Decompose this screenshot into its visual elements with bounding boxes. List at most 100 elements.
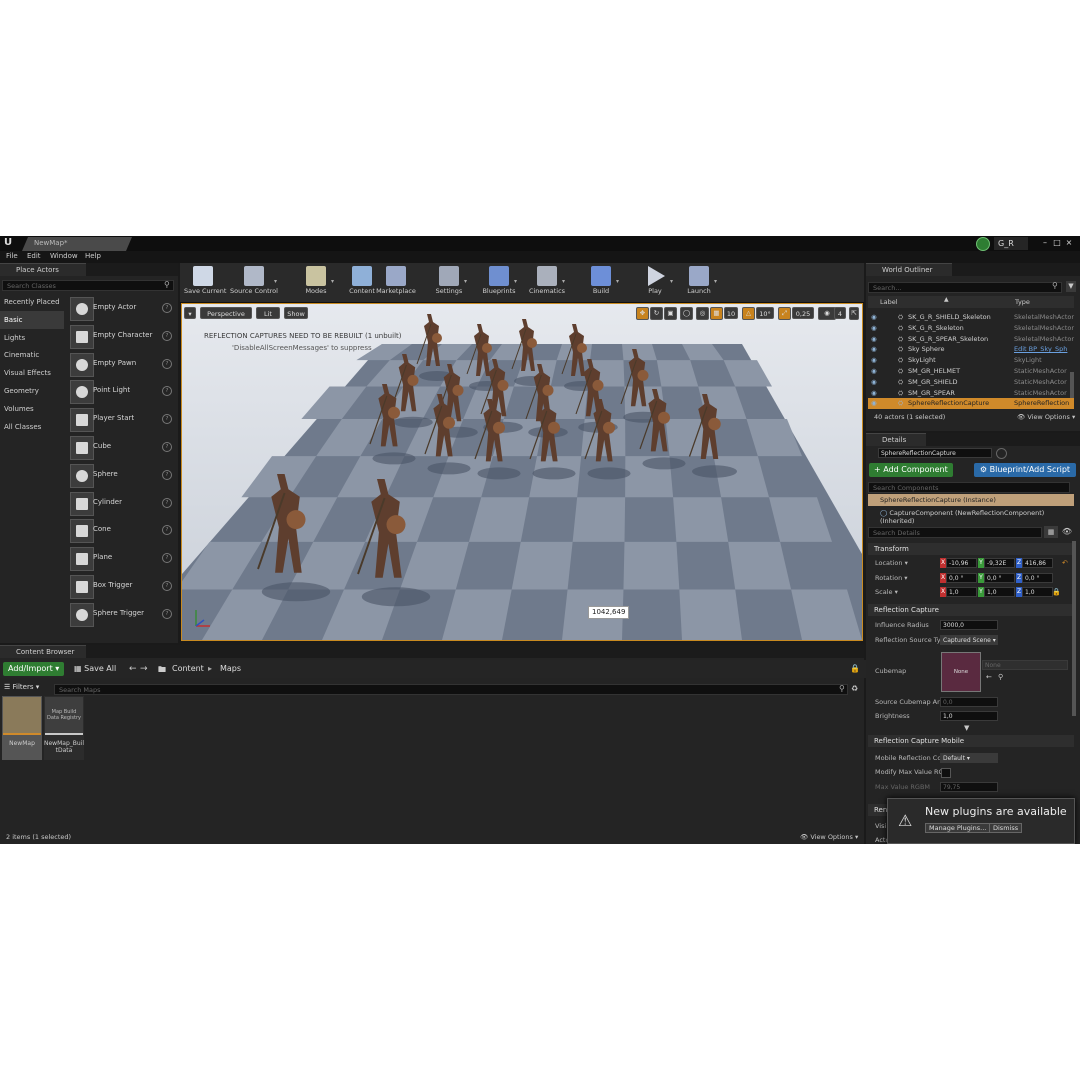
toolbar-dropdown-arrow-icon[interactable]: ▾ (714, 278, 717, 285)
outliner-row[interactable]: ◉ ⛭ SK_G_R_SHIELD_Skeleton SkeletalMeshActo… (868, 312, 1074, 323)
source-cubemap-angle-input[interactable]: 0,0 (940, 697, 998, 707)
browse-search-icon[interactable]: ⚲ (998, 673, 1003, 681)
rotation-z-input[interactable]: 0,0 ° (1022, 573, 1053, 583)
actor-item-cylinder[interactable]: Cylinder? (66, 490, 178, 517)
camera-speed-value[interactable]: 4 (834, 307, 846, 319)
component-child-row[interactable]: ◯ CaptureComponent (NewReflectionCompone… (880, 509, 1080, 525)
category-visual-effects[interactable]: Visual Effects (0, 364, 64, 382)
toolbar-dropdown-arrow-icon[interactable]: ▾ (616, 278, 619, 285)
outliner-row[interactable]: ◉ ⛭ Sky Sphere Edit BP_Sky_Sph (868, 344, 1074, 355)
scale-y-input[interactable]: 1,0 (984, 587, 1015, 597)
actor-item-plane[interactable]: Plane? (66, 545, 178, 572)
add-import-button[interactable]: Add/Import ▾ (3, 662, 65, 676)
property-matrix-icon[interactable]: ▦ (1044, 526, 1058, 538)
level-viewport[interactable]: ▾ Perspective Lit Show ✥ ↻ ▣ ◯ ◎ ▦ 10 △ … (181, 303, 863, 641)
rotation-snap-value[interactable]: 10° (756, 307, 774, 319)
details-scrollbar[interactable] (1072, 541, 1076, 716)
actor-item-cube[interactable]: Cube? (66, 434, 178, 461)
component-root-row[interactable]: SphereReflectionCapture (Instance) (868, 494, 1074, 506)
outliner-row[interactable]: ◉ ⛭ SphereReflectionCapture SphereReflectio… (868, 398, 1074, 410)
actor-item-cone[interactable]: Cone? (66, 517, 178, 544)
location-z-input[interactable]: 416,86 (1022, 558, 1053, 568)
maximize-icon[interactable]: □ (1052, 237, 1062, 248)
source-control-status-icon[interactable] (976, 237, 990, 251)
help-icon[interactable]: ? (162, 358, 172, 369)
influence-radius-input[interactable]: 3000,0 (940, 620, 998, 630)
help-icon[interactable]: ? (162, 608, 172, 619)
content-view-options[interactable]: 👁 View Options ▾ (800, 833, 858, 841)
toolbar-dropdown-arrow-icon[interactable]: ▾ (514, 278, 517, 285)
category-lights[interactable]: Lights (0, 329, 64, 347)
brightness-input[interactable]: 1,0 (940, 711, 998, 721)
transform-section[interactable]: Transform (868, 543, 1074, 555)
source-type-select[interactable]: Captured Scene ▾ (940, 635, 998, 645)
scale-snap-value[interactable]: 0,25 (792, 307, 814, 319)
components-search-input[interactable]: Search Components (868, 482, 1070, 493)
viewport-options-dropdown[interactable]: ▾ (184, 307, 196, 319)
visibility-eye-icon[interactable]: ◉ (871, 344, 879, 355)
visibility-eye-icon[interactable]: ◉ (871, 312, 879, 323)
minimize-icon[interactable]: – (1040, 237, 1050, 248)
scale-snap-icon[interactable]: ⤢ (778, 307, 791, 320)
toolbar-blueprints-button[interactable]: Blueprints (480, 263, 518, 302)
help-icon[interactable]: ? (162, 581, 172, 591)
scale-x-input[interactable]: 1,0 (946, 587, 977, 597)
search-maps-input[interactable]: Search Maps (54, 684, 848, 695)
menu-edit[interactable]: Edit (27, 252, 41, 260)
scale-tool-icon[interactable]: ▣ (664, 307, 677, 320)
add-component-button[interactable]: + Add Component (869, 463, 953, 477)
help-icon[interactable]: ? (162, 553, 172, 564)
world-space-icon[interactable]: ◯ (680, 307, 693, 320)
actor-item-point-light[interactable]: Point Light? (66, 378, 178, 405)
outliner-settings-icon[interactable]: ▼ (1066, 281, 1076, 292)
outliner-row-type-link[interactable]: Edit BP_Sky_Sph (1014, 344, 1067, 355)
close-icon[interactable]: × (1064, 237, 1074, 248)
details-tab[interactable]: Details (866, 433, 926, 446)
outliner-row[interactable]: ◉ ⛭ SM_GR_HELMET StaticMeshActor (868, 366, 1074, 377)
mobile-reflection-select[interactable]: Default ▾ (940, 753, 998, 763)
perspective-button[interactable]: Perspective (200, 307, 252, 319)
toolbar-dropdown-arrow-icon[interactable]: ▾ (670, 278, 673, 285)
actor-item-empty-character[interactable]: Empty Character? (66, 323, 178, 350)
lock-selection-icon[interactable] (996, 448, 1007, 459)
scale-z-input[interactable]: 1,0 (1022, 587, 1053, 597)
reflection-capture-section[interactable]: Reflection Capture (868, 604, 1074, 616)
use-selected-arrow-icon[interactable]: ← (986, 673, 992, 681)
menu-window[interactable]: Window (50, 252, 78, 260)
category-all-classes[interactable]: All Classes (0, 418, 64, 436)
lock-icon[interactable]: 🔒 (850, 664, 860, 673)
label-column-header[interactable]: Label (880, 298, 898, 306)
toolbar-build-button[interactable]: Build (582, 263, 620, 302)
outliner-search-input[interactable]: Search... (868, 282, 1062, 293)
surface-snap-icon[interactable]: ◎ (696, 307, 709, 320)
help-icon[interactable]: ? (162, 469, 172, 480)
actor-item-sphere-trigger[interactable]: Sphere Trigger? (66, 601, 178, 628)
modify-max-value-checkbox[interactable] (941, 768, 951, 778)
save-all-button[interactable]: ▦ Save All (74, 664, 116, 673)
cubemap-asset-select[interactable]: None (982, 660, 1068, 670)
outliner-row[interactable]: ◉ ⛭ SK_G_R_SPEAR_Skeleton SkeletalMeshActor (868, 334, 1074, 345)
world-outliner-tab[interactable]: World Outliner (866, 263, 952, 276)
help-icon[interactable]: ? (162, 386, 172, 397)
category-recently-placed[interactable]: Recently Placed (0, 293, 64, 311)
rotation-snap-icon[interactable]: △ (742, 307, 755, 320)
lit-button[interactable]: Lit (256, 307, 280, 319)
actor-item-empty-actor[interactable]: Empty Actor? (66, 295, 178, 322)
rotation-y-input[interactable]: 0,0 ° (984, 573, 1015, 583)
content-browser-tab[interactable]: Content Browser (0, 645, 86, 658)
rotate-tool-icon[interactable]: ↻ (650, 307, 663, 320)
help-icon[interactable]: ? (162, 414, 172, 425)
outliner-view-options[interactable]: 👁 View Options ▾ (1017, 413, 1075, 421)
reset-to-default-icon[interactable]: ↶ (1062, 559, 1068, 567)
actor-item-box-trigger[interactable]: Box Trigger? (66, 573, 178, 600)
advanced-expand-icon[interactable]: ▼ (964, 724, 969, 732)
details-search-input[interactable]: Search Details (868, 527, 1042, 538)
show-button[interactable]: Show (284, 307, 308, 319)
grid-snap-icon[interactable]: ▦ (710, 307, 723, 320)
category-cinematic[interactable]: Cinematic (0, 346, 64, 364)
blueprint-add-script-button[interactable]: ⚙ Blueprint/Add Script (974, 463, 1076, 477)
visibility-eye-icon[interactable]: ◉ (871, 398, 879, 409)
menu-help[interactable]: Help (85, 252, 101, 260)
category-volumes[interactable]: Volumes (0, 400, 64, 418)
breadcrumb-maps[interactable]: Maps (220, 664, 241, 673)
